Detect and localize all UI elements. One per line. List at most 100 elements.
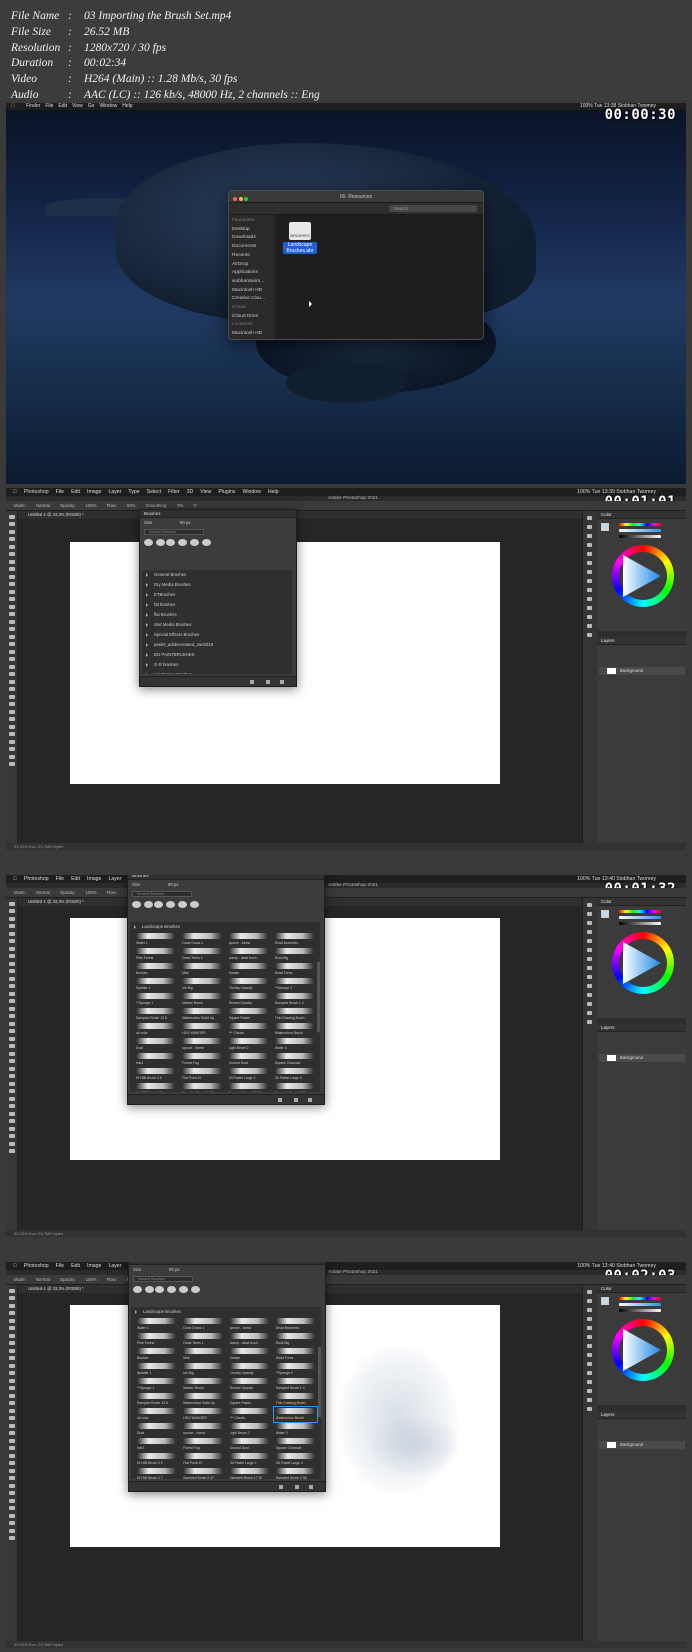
brush-tile[interactable]: Sampled Brush 3 38	[274, 1467, 317, 1479]
tool-icon[interactable]	[9, 1453, 15, 1458]
color-panel-title[interactable]: Color	[597, 1285, 686, 1293]
option-item[interactable]: 100%	[86, 890, 97, 895]
foreground-swatch[interactable]	[601, 523, 609, 531]
ps-menu-image[interactable]: Image	[87, 1263, 101, 1269]
tool-icon[interactable]	[9, 1089, 15, 1093]
dock-icon[interactable]	[587, 984, 592, 988]
recent-brush-icon[interactable]	[191, 1286, 200, 1293]
tool-icon[interactable]	[9, 1296, 15, 1300]
dock-icon[interactable]	[587, 561, 592, 565]
ps-menu-plugins[interactable]: Plugins	[218, 489, 235, 495]
dock-icon[interactable]	[587, 1326, 592, 1330]
brush-search-input[interactable]: Search Brushes	[144, 529, 204, 535]
brush-folder[interactable]: Landscape Brushes	[142, 670, 292, 674]
tool-icon[interactable]	[9, 762, 15, 766]
dock-icon[interactable]	[587, 939, 592, 943]
recent-brush-icon[interactable]	[145, 1286, 154, 1293]
footer-icon[interactable]	[279, 1485, 283, 1489]
tool-icon[interactable]	[9, 642, 15, 646]
sidebar-item[interactable]: iCloud Drive	[232, 313, 275, 322]
tool-icon[interactable]	[9, 1438, 15, 1443]
dock-icon[interactable]	[587, 552, 592, 556]
brush-tile[interactable]: Mist	[181, 1347, 224, 1362]
brush-tile[interactable]: Smoke	[227, 962, 270, 977]
brush-tile[interactable]: Thin Drawing Brush	[273, 1007, 316, 1022]
ps-menu-photoshop[interactable]: Photoshop	[24, 1263, 49, 1269]
tool-icon[interactable]	[9, 954, 15, 958]
abr-file-label[interactable]: Landscape Brushes.abr	[283, 242, 317, 254]
apple-icon[interactable]: 	[13, 876, 17, 882]
hue-slider[interactable]	[619, 523, 661, 526]
brush-tile[interactable]: Sampled Brush 13 8	[134, 1007, 177, 1022]
brush-tile[interactable]: Dead Branches	[273, 932, 316, 947]
sidebar-item[interactable]: Desktop	[232, 226, 275, 235]
dock-icon[interactable]	[587, 597, 592, 601]
brush-tile[interactable]: spruce - forest	[227, 932, 270, 947]
option-item[interactable]: Normal	[36, 1277, 50, 1282]
tool-icon[interactable]	[9, 702, 15, 706]
tool-icon[interactable]	[9, 1126, 15, 1131]
tool-icon[interactable]	[9, 612, 15, 616]
tool-icon[interactable]	[9, 1423, 15, 1428]
recent-brush-icon[interactable]	[166, 539, 175, 546]
brush-tile[interactable]: Ground Dust	[227, 1052, 270, 1067]
dock-icon[interactable]	[587, 948, 592, 952]
footer-icon[interactable]	[280, 680, 284, 684]
recent-brush-icon[interactable]	[190, 901, 199, 908]
dock-icon[interactable]	[587, 606, 592, 610]
ps-menu-window[interactable]: Window	[242, 489, 260, 495]
ps-menu-photoshop[interactable]: Photoshop	[24, 489, 49, 495]
recent-brush-icon[interactable]	[190, 539, 199, 546]
brush-tile[interactable]: Dead Trees 1	[180, 947, 223, 962]
tool-icon[interactable]	[9, 1461, 15, 1465]
brightness-slider[interactable]	[619, 1309, 661, 1312]
brush-tile[interactable]: **Sponge 2	[273, 977, 316, 992]
saturation-slider[interactable]	[619, 916, 661, 919]
tool-icon[interactable]	[9, 1059, 15, 1063]
brush-tile[interactable]: Sampled Brush 17 30	[227, 1082, 270, 1092]
tool-icon[interactable]	[9, 732, 15, 736]
brightness-slider[interactable]	[619, 535, 661, 538]
brush-tile[interactable]: spruce - forest	[180, 1037, 223, 1052]
brush-search-input[interactable]: Search Brushes	[133, 1276, 193, 1282]
tool-icon[interactable]	[9, 747, 15, 751]
dock-icon[interactable]	[587, 1002, 592, 1006]
ps-menu-view[interactable]: View	[200, 489, 211, 495]
ps-menu-3d[interactable]: 3D	[187, 489, 194, 495]
foreground-swatch[interactable]	[601, 910, 609, 918]
footer-icon[interactable]	[294, 1098, 298, 1102]
dock-icon[interactable]	[587, 1407, 592, 1411]
dock-icon[interactable]	[587, 1290, 592, 1294]
option-item[interactable]: Flow:	[107, 503, 117, 508]
tool-icon[interactable]	[9, 1318, 15, 1323]
dock-icon[interactable]	[587, 993, 592, 997]
mac-menu-help[interactable]: Help	[122, 103, 132, 109]
tool-icon[interactable]	[9, 1149, 15, 1153]
tool-icon[interactable]	[9, 1288, 15, 1293]
tool-icon[interactable]	[9, 1333, 15, 1338]
brush-tile[interactable]: Marker Brush	[180, 992, 223, 1007]
option-item[interactable]: Opacity:	[60, 890, 76, 895]
tool-icon[interactable]	[9, 1371, 15, 1375]
ps-menu-edit[interactable]: Edit	[71, 876, 80, 882]
dock-icon[interactable]	[587, 975, 592, 979]
brush-tile[interactable]: Light Beam 2	[228, 1422, 271, 1437]
brush-tile[interactable]: **Sponge 2	[274, 1362, 317, 1377]
footer-icon[interactable]	[308, 1098, 312, 1102]
tool-icon[interactable]	[9, 1431, 15, 1435]
brush-folder-open[interactable]: Landscape Brushes	[131, 1307, 321, 1317]
brush-tile[interactable]: Sampled Brush 1 4	[273, 992, 316, 1007]
brush-tile[interactable]: Chunky Opacity	[227, 977, 270, 992]
brush-tile[interactable]: oil color	[134, 1022, 177, 1037]
option-item[interactable]: 0%	[177, 503, 183, 508]
brush-tile[interactable]: Watercolour Brush	[272, 1406, 319, 1423]
brush-tile[interactable]: KH BB Brush 3 5	[135, 1452, 178, 1467]
ps-menu-select[interactable]: Select	[147, 489, 161, 495]
tool-icon[interactable]	[9, 1491, 15, 1495]
option-item[interactable]: Opacity:	[60, 1277, 76, 1282]
tool-icon[interactable]	[9, 909, 15, 913]
tool-icon[interactable]	[9, 1051, 15, 1056]
tool-icon[interactable]	[9, 1134, 15, 1138]
brush-tile[interactable]: Chunky Opacity	[228, 1362, 271, 1377]
size-value[interactable]: 90 px	[169, 1267, 180, 1272]
